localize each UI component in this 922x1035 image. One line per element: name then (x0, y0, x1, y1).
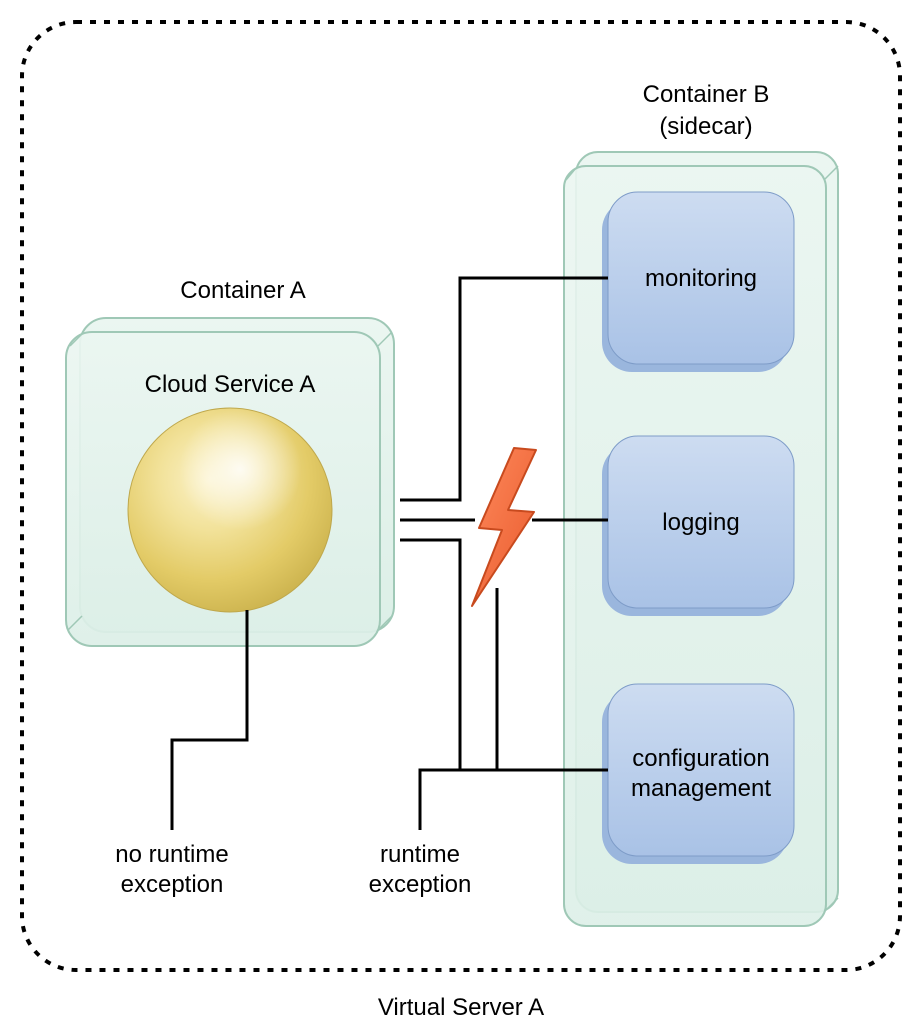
diagram-canvas: Virtual Server A Container B (sidecar) m… (0, 0, 922, 1035)
cloud-service-a-label: Cloud Service A (145, 371, 316, 398)
no-runtime-exception-label-l1: no runtime (115, 841, 228, 868)
no-runtime-exception-label-l2: exception (121, 871, 224, 898)
module-config: configuration management (602, 684, 794, 864)
lightning-bolt-icon (472, 448, 536, 606)
runtime-exception-label-l2: exception (369, 871, 472, 898)
container-a-title: Container A (180, 277, 305, 304)
container-b-title-line1: Container B (643, 81, 770, 108)
virtual-server-label: Virtual Server A (378, 994, 544, 1021)
module-logging: logging (602, 436, 794, 616)
module-config-label-l2: management (631, 775, 771, 802)
module-logging-label: logging (662, 509, 739, 536)
module-monitoring: monitoring (602, 192, 794, 372)
module-monitoring-label: monitoring (645, 265, 757, 292)
cloud-service-sphere (128, 408, 332, 612)
container-b-title-line2: (sidecar) (659, 113, 752, 140)
module-config-label-l1: configuration (632, 745, 769, 772)
connector-stubs (400, 500, 445, 540)
runtime-exception-label-l1: runtime (380, 841, 460, 868)
